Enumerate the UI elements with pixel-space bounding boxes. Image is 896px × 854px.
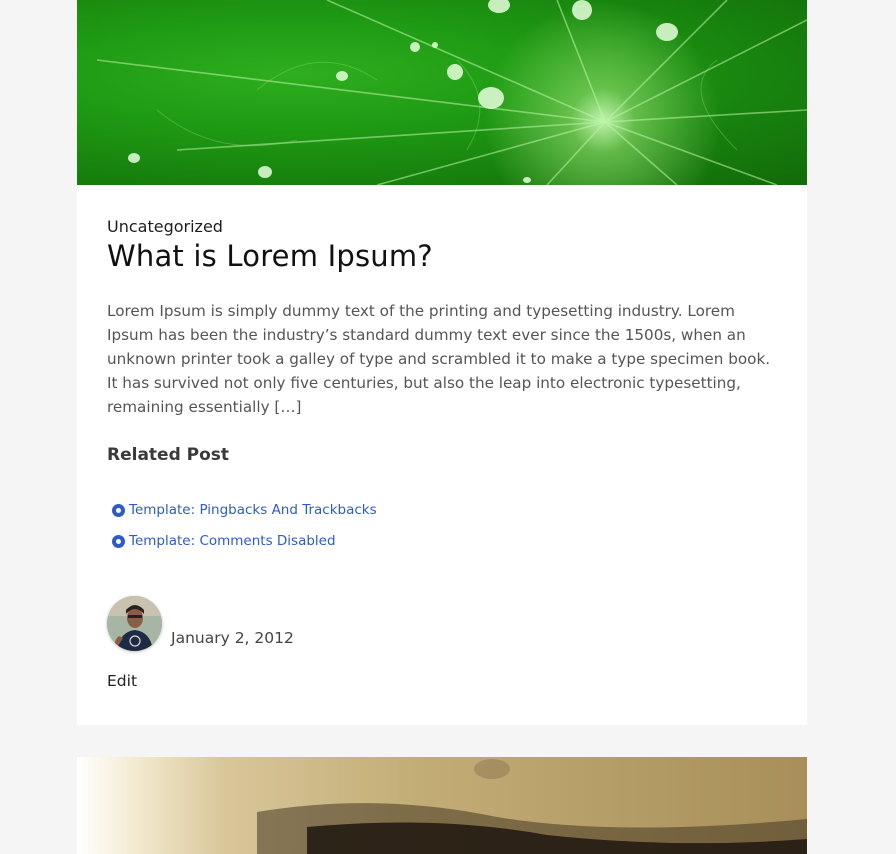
related-post-label: Template: Pingbacks And Trackbacks xyxy=(129,501,377,518)
next-post-image-graphic xyxy=(257,759,807,854)
post-meta: January 2, 2012 xyxy=(107,596,294,651)
featured-image-next-post[interactable] xyxy=(77,757,807,854)
edit-link[interactable]: Edit xyxy=(107,672,137,690)
featured-image-leaf[interactable] xyxy=(77,0,807,185)
radio-bullet-icon xyxy=(112,504,125,517)
post-category[interactable]: Uncategorized xyxy=(107,217,223,236)
next-post-card xyxy=(77,757,807,854)
author-photo xyxy=(107,596,162,651)
related-post-link[interactable]: Template: Pingbacks And Trackbacks xyxy=(112,495,377,526)
post-date[interactable]: January 2, 2012 xyxy=(171,629,294,647)
leaf-veins-graphic xyxy=(96,0,807,185)
radio-bullet-icon xyxy=(112,535,125,548)
post-card: Uncategorized What is Lorem Ipsum? Lorem… xyxy=(77,0,807,725)
related-post-heading: Related Post xyxy=(107,445,230,465)
post-title[interactable]: What is Lorem Ipsum? xyxy=(107,239,433,273)
related-post-list: Template: Pingbacks And Trackbacks Templ… xyxy=(112,495,377,557)
related-post-link[interactable]: Template: Comments Disabled xyxy=(112,526,377,557)
author-avatar[interactable] xyxy=(107,596,162,651)
related-post-label: Template: Comments Disabled xyxy=(129,532,336,549)
post-excerpt: Lorem Ipsum is simply dummy text of the … xyxy=(107,302,771,416)
